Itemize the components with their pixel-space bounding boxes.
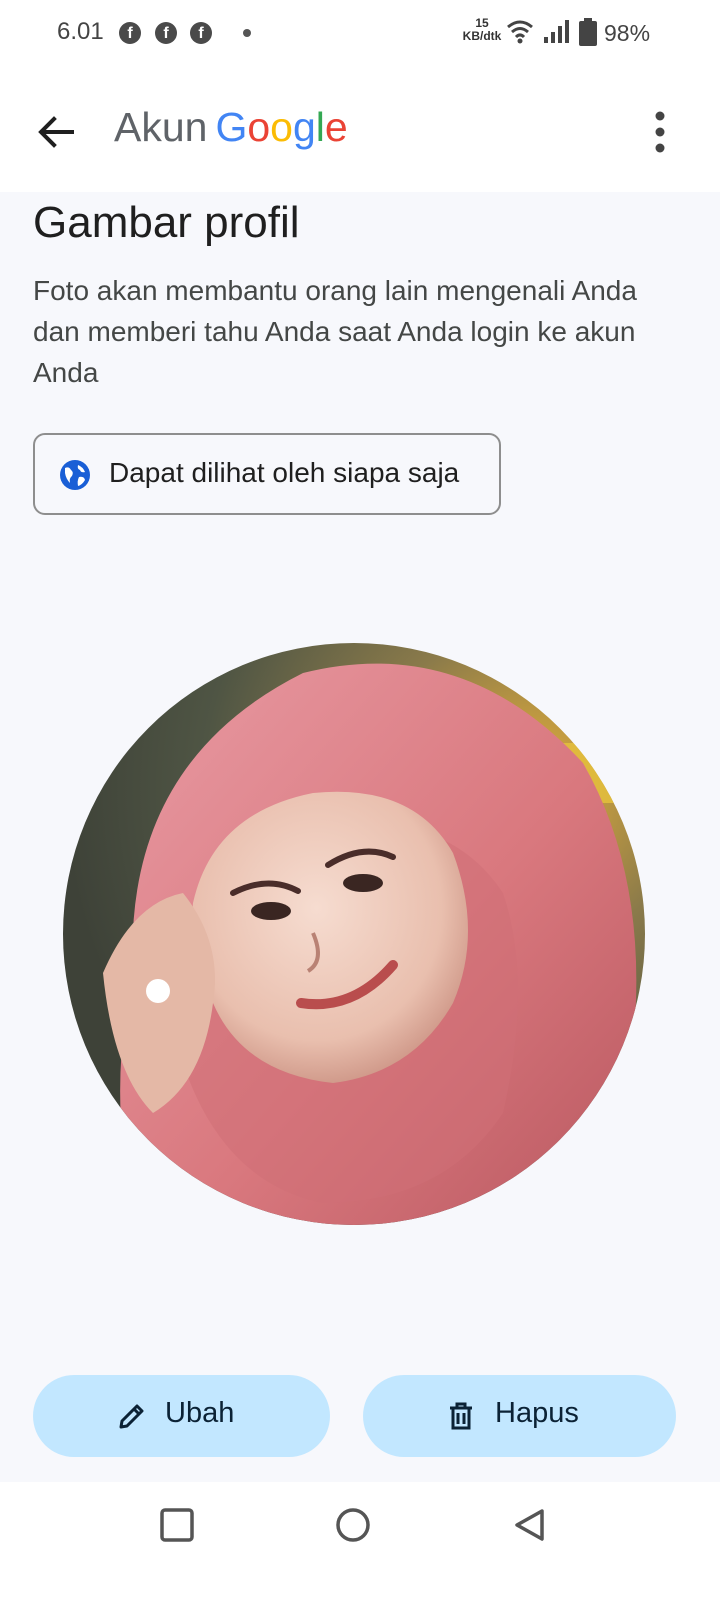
page-title: Gambar profil bbox=[33, 198, 300, 247]
edit-button[interactable]: Ubah bbox=[33, 1375, 330, 1457]
back-nav-button[interactable] bbox=[510, 1506, 548, 1549]
delete-label: Hapus bbox=[495, 1397, 579, 1429]
square-icon bbox=[160, 1508, 194, 1542]
battery-icon bbox=[579, 18, 597, 46]
facebook-icon: f bbox=[155, 22, 177, 44]
recents-button[interactable] bbox=[158, 1506, 196, 1549]
brand-letter: e bbox=[324, 104, 348, 150]
home-button[interactable] bbox=[334, 1506, 372, 1549]
status-time: 6.01 bbox=[57, 18, 104, 45]
arrow-back-icon bbox=[38, 116, 74, 148]
edit-label: Ubah bbox=[165, 1397, 235, 1429]
app-title: Akun Google bbox=[114, 104, 348, 151]
more-vert-icon bbox=[655, 111, 665, 153]
brand-letter: g bbox=[292, 104, 316, 150]
profile-picture[interactable] bbox=[63, 643, 645, 1225]
status-bar: 6.01 f f f 15 KB/dtk 98% bbox=[0, 0, 720, 68]
brand-letter: o bbox=[247, 104, 271, 150]
facebook-icon: f bbox=[119, 22, 141, 44]
pencil-icon bbox=[119, 1404, 144, 1429]
triangle-back-icon bbox=[515, 1509, 544, 1541]
wifi-icon bbox=[507, 20, 533, 44]
system-nav-bar bbox=[0, 1482, 720, 1600]
visibility-button[interactable]: Dapat dilihat oleh siapa saja bbox=[33, 433, 501, 515]
delete-button[interactable]: Hapus bbox=[363, 1375, 676, 1457]
signal-icon bbox=[544, 20, 569, 43]
trash-icon bbox=[450, 1402, 472, 1430]
more-options-button[interactable] bbox=[640, 106, 680, 158]
app-bar: Akun Google bbox=[0, 68, 720, 192]
page-description: Foto akan membantu orang lain mengenali … bbox=[33, 275, 637, 388]
brand-letter: G bbox=[215, 104, 248, 150]
network-speed: 15 KB/dtk bbox=[460, 17, 504, 43]
brand-letter: o bbox=[270, 104, 293, 150]
app-title-prefix: Akun bbox=[114, 104, 208, 150]
battery-percent: 98% bbox=[604, 20, 651, 46]
circle-icon bbox=[336, 1508, 370, 1542]
visibility-label: Dapat dilihat oleh siapa saja bbox=[109, 457, 460, 488]
google-wordmark: Google bbox=[215, 104, 347, 150]
back-button[interactable] bbox=[30, 106, 82, 158]
profile-photo bbox=[63, 643, 645, 1225]
main-content: Gambar profil Foto akan membantu orang l… bbox=[0, 192, 720, 1482]
brand-letter: l bbox=[315, 104, 325, 150]
network-speed-unit: KB/dtk bbox=[462, 29, 502, 43]
globe-icon bbox=[60, 460, 90, 490]
facebook-icon: f bbox=[190, 22, 212, 44]
more-notifications-dot bbox=[243, 29, 251, 37]
